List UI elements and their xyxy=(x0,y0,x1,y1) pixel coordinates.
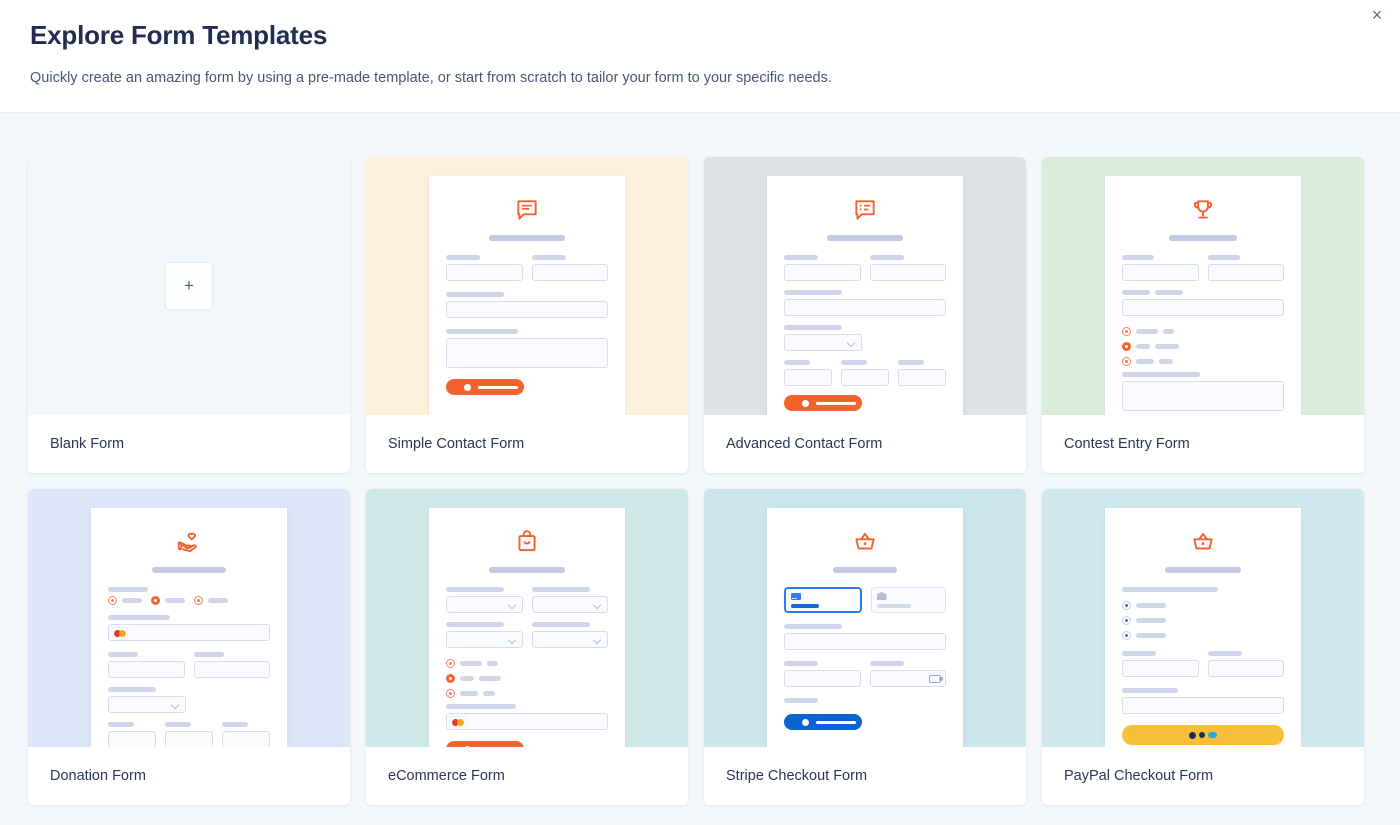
dialog-header: Explore Form Templates Quickly create an… xyxy=(0,0,1400,113)
template-label: Donation Form xyxy=(28,747,350,805)
template-label: eCommerce Form xyxy=(366,747,688,805)
radio-option[interactable] xyxy=(108,596,117,605)
plus-icon: + xyxy=(165,262,213,310)
submit-button[interactable] xyxy=(446,379,524,395)
radio-option[interactable] xyxy=(446,689,608,698)
template-label: Blank Form xyxy=(28,415,350,473)
mastercard-icon xyxy=(112,627,128,638)
radio-option-selected[interactable] xyxy=(1122,342,1284,351)
hand-heart-icon xyxy=(108,525,270,559)
template-thumbnail xyxy=(366,157,688,415)
radio-option[interactable] xyxy=(1122,327,1284,336)
template-label: Simple Contact Form xyxy=(366,415,688,473)
template-grid: + Blank Form Simple Contact Form Advance… xyxy=(0,113,1400,805)
template-thumbnail xyxy=(704,157,1026,415)
card-number-field[interactable] xyxy=(446,713,608,730)
radio-option[interactable] xyxy=(1122,357,1284,366)
template-card-advanced-contact-form[interactable]: Advanced Contact Form xyxy=(704,157,1026,473)
bank-icon xyxy=(876,592,887,600)
speech-bubble-list-icon xyxy=(784,193,946,227)
form-preview xyxy=(767,508,963,747)
form-preview xyxy=(429,176,625,415)
template-label: Advanced Contact Form xyxy=(704,415,1026,473)
shopping-bag-icon xyxy=(446,525,608,559)
credit-card-icon xyxy=(791,593,801,600)
template-thumbnail xyxy=(1042,489,1364,747)
radio-option[interactable] xyxy=(1122,616,1284,625)
template-label: Contest Entry Form xyxy=(1042,415,1364,473)
submit-button[interactable] xyxy=(784,395,862,411)
mastercard-icon xyxy=(450,716,466,727)
template-card-ecommerce-form[interactable]: eCommerce Form xyxy=(366,489,688,805)
form-preview xyxy=(1105,176,1301,415)
dropdown-field[interactable] xyxy=(446,631,523,648)
template-thumbnail: + xyxy=(28,157,350,415)
submit-button[interactable] xyxy=(446,741,524,747)
shopping-basket-icon xyxy=(1122,525,1284,559)
dropdown-field[interactable] xyxy=(446,596,523,613)
shopping-basket-icon xyxy=(784,525,946,559)
trophy-icon xyxy=(1122,193,1284,227)
form-preview xyxy=(767,176,963,415)
template-label: PayPal Checkout Form xyxy=(1042,747,1364,805)
payment-method-bank[interactable] xyxy=(870,587,946,613)
template-card-donation-form[interactable]: Donation Form xyxy=(28,489,350,805)
template-thumbnail xyxy=(28,489,350,747)
cvc-icon xyxy=(929,674,943,683)
payment-method-card[interactable] xyxy=(784,587,862,613)
form-preview xyxy=(91,508,287,747)
radio-option-selected[interactable] xyxy=(151,596,160,605)
radio-option-selected[interactable] xyxy=(446,674,608,683)
template-label: Stripe Checkout Form xyxy=(704,747,1026,805)
close-icon[interactable]: × xyxy=(1364,2,1390,28)
template-thumbnail xyxy=(366,489,688,747)
dropdown-field[interactable] xyxy=(531,631,608,648)
page-subtitle: Quickly create an amazing form by using … xyxy=(30,70,832,86)
template-thumbnail xyxy=(1042,157,1364,415)
template-card-simple-contact-form[interactable]: Simple Contact Form xyxy=(366,157,688,473)
paypal-button[interactable] xyxy=(1122,725,1284,745)
radio-option[interactable] xyxy=(194,596,203,605)
submit-button[interactable] xyxy=(784,714,862,730)
radio-option[interactable] xyxy=(446,659,608,668)
radio-option[interactable] xyxy=(1122,601,1284,610)
template-card-blank-form[interactable]: + Blank Form xyxy=(28,157,350,473)
dropdown-field[interactable] xyxy=(784,334,862,351)
dropdown-field[interactable] xyxy=(531,596,608,613)
template-card-paypal-checkout-form[interactable]: PayPal Checkout Form xyxy=(1042,489,1364,805)
dropdown-field[interactable] xyxy=(108,696,186,713)
form-preview xyxy=(1105,508,1301,747)
template-card-stripe-checkout-form[interactable]: Stripe Checkout Form xyxy=(704,489,1026,805)
speech-bubble-icon xyxy=(446,193,608,227)
template-thumbnail xyxy=(704,489,1026,747)
card-number-field[interactable] xyxy=(108,624,270,641)
page-title: Explore Form Templates xyxy=(30,20,328,50)
form-preview xyxy=(429,508,625,747)
radio-option[interactable] xyxy=(1122,631,1284,640)
template-card-contest-entry-form[interactable]: Contest Entry Form xyxy=(1042,157,1364,473)
